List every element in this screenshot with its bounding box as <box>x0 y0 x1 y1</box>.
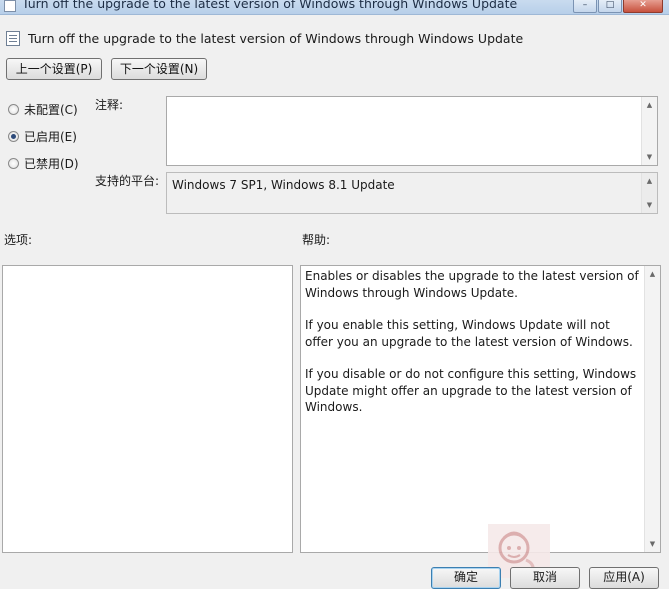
cancel-button[interactable]: 取消 <box>510 567 580 589</box>
policy-document-icon <box>6 31 20 46</box>
close-button[interactable]: ✕ <box>623 0 663 13</box>
scroll-down-arrow-icon[interactable]: ▼ <box>642 153 657 161</box>
help-scrollbar[interactable]: ▲ ▼ <box>644 266 660 552</box>
help-label: 帮助: <box>302 233 331 247</box>
radio-enabled-indicator[interactable] <box>8 131 19 142</box>
platform-scroll-up-arrow-icon[interactable]: ▲ <box>642 177 657 185</box>
options-panel[interactable] <box>2 265 293 553</box>
policy-heading-text: Turn off the upgrade to the latest versi… <box>28 31 524 46</box>
platform-label: 支持的平台: <box>95 174 160 188</box>
window-title: Turn off the upgrade to the latest versi… <box>22 0 518 11</box>
platform-field: Windows 7 SP1, Windows 8.1 Update ▲ ▼ <box>166 172 658 214</box>
comment-scrollbar[interactable]: ▲ ▼ <box>641 97 657 165</box>
maximize-button[interactable]: □ <box>598 0 622 13</box>
comment-textarea[interactable]: ▲ ▼ <box>166 96 658 166</box>
platform-value: Windows 7 SP1, Windows 8.1 Update <box>172 178 395 192</box>
title-bar[interactable]: Turn off the upgrade to the latest versi… <box>0 0 669 15</box>
platform-scrollbar[interactable]: ▲ ▼ <box>641 173 657 213</box>
scroll-up-arrow-icon[interactable]: ▲ <box>642 101 657 109</box>
comment-label: 注释: <box>95 98 124 112</box>
help-paragraph-2: If you enable this setting, Windows Upda… <box>305 318 633 349</box>
ok-button[interactable]: 确定 <box>431 567 501 589</box>
help-paragraph-1: Enables or disables the upgrade to the l… <box>305 269 639 300</box>
help-text: Enables or disables the upgrade to the l… <box>305 268 640 432</box>
policy-heading: Turn off the upgrade to the latest versi… <box>6 31 523 46</box>
next-setting-button[interactable]: 下一个设置(N) <box>111 58 207 80</box>
radio-not-configured-label: 未配置(C) <box>24 103 78 117</box>
help-scroll-down-arrow-icon[interactable]: ▼ <box>645 540 660 548</box>
apply-button[interactable]: 应用(A) <box>589 567 659 589</box>
help-scroll-up-arrow-icon[interactable]: ▲ <box>645 270 660 278</box>
help-paragraph-3: If you disable or do not configure this … <box>305 367 637 414</box>
radio-enabled-label: 已启用(E) <box>24 130 77 144</box>
radio-disabled[interactable]: 已禁用(D) <box>8 155 79 172</box>
app-icon <box>4 0 16 12</box>
previous-setting-button[interactable]: 上一个设置(P) <box>6 58 102 80</box>
radio-disabled-indicator[interactable] <box>8 158 19 169</box>
window-controls: – □ ✕ <box>573 0 663 13</box>
help-panel[interactable]: Enables or disables the upgrade to the l… <box>300 265 661 553</box>
platform-scroll-down-arrow-icon[interactable]: ▼ <box>642 201 657 209</box>
radio-disabled-label: 已禁用(D) <box>24 157 79 171</box>
options-label: 选项: <box>4 233 33 247</box>
radio-not-configured-indicator[interactable] <box>8 104 19 115</box>
radio-enabled[interactable]: 已启用(E) <box>8 128 77 145</box>
radio-not-configured[interactable]: 未配置(C) <box>8 101 78 118</box>
minimize-button[interactable]: – <box>573 0 597 13</box>
